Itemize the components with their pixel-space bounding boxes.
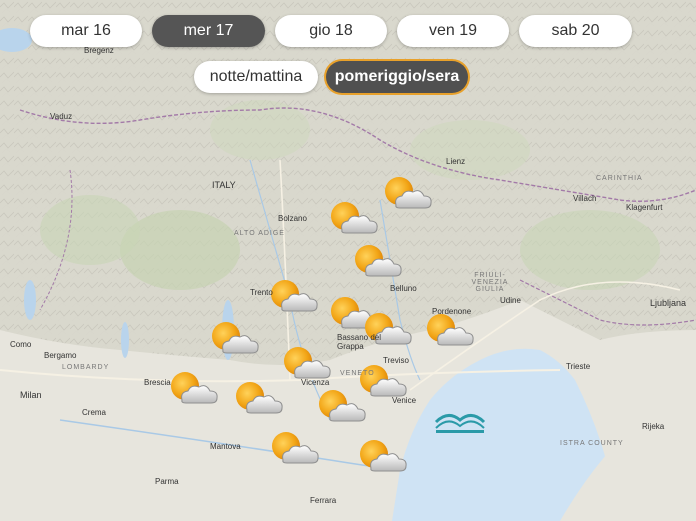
map-label-brescia: Brescia	[144, 378, 171, 387]
map-label-belluno: Belluno	[390, 284, 417, 293]
map-label-lienz: Lienz	[446, 157, 466, 166]
map-label-bassano: Bassano del Grappa	[337, 333, 382, 351]
map-label-como: Como	[10, 340, 32, 349]
map-label-vicenza: Vicenza	[301, 378, 330, 387]
map-label-venezia: Venice	[392, 396, 417, 405]
map-label-milan: Milan	[20, 390, 42, 400]
map-label-bolzano: Bolzano	[278, 214, 307, 223]
map-label-trento: Trento	[250, 288, 273, 297]
map-label-veneto: VENETO	[340, 370, 375, 377]
map-label-rijeka: Rijeka	[642, 422, 665, 431]
map-label-lombardy: LOMBARDY	[62, 364, 110, 371]
map-label-parma: Parma	[155, 477, 179, 486]
day-tab-ven-19[interactable]: ven 19	[397, 15, 509, 47]
map-label-mantova: Mantova	[210, 442, 241, 451]
map-label-bregenz: Bregenz	[84, 46, 114, 55]
map-label-crema: Crema	[82, 408, 107, 417]
day-tab-gio-18[interactable]: gio 18	[275, 15, 387, 47]
day-tab-mer-17[interactable]: mer 17	[152, 15, 265, 47]
map-label-bergamo: Bergamo	[44, 351, 77, 360]
map-label-friuli: FRIULI-VENEZIA GIULIA	[471, 272, 509, 293]
map-label-ljubljana: Ljubljana	[650, 298, 687, 308]
period-tab-notte-mattina[interactable]: notte/mattina	[194, 61, 318, 93]
map-label-treviso: Treviso	[383, 356, 409, 365]
map-label-vaduz: Vaduz	[50, 112, 73, 121]
map-label-villach: Villach	[573, 194, 597, 203]
map-label-pordenone: Pordenone	[432, 307, 472, 316]
day-tab-sab-20[interactable]: sab 20	[519, 15, 632, 47]
period-tab-pomeriggio-sera[interactable]: pomeriggio/sera	[326, 61, 468, 93]
map-label-udine: Udine	[500, 296, 521, 305]
map-label-klagenfurt: Klagenfurt	[626, 203, 663, 212]
map-label-carinthia: CARINTHIA	[596, 175, 643, 182]
map-label-italy: ITALY	[212, 180, 236, 190]
map-label-alto-adige: ALTO ADIGE	[234, 230, 285, 237]
map-label-ferrara: Ferrara	[310, 496, 337, 505]
day-tab-mar-16[interactable]: mar 16	[30, 15, 142, 47]
map-label-istra: ISTRA COUNTY	[560, 440, 624, 447]
map-label-trieste: Trieste	[566, 362, 591, 371]
